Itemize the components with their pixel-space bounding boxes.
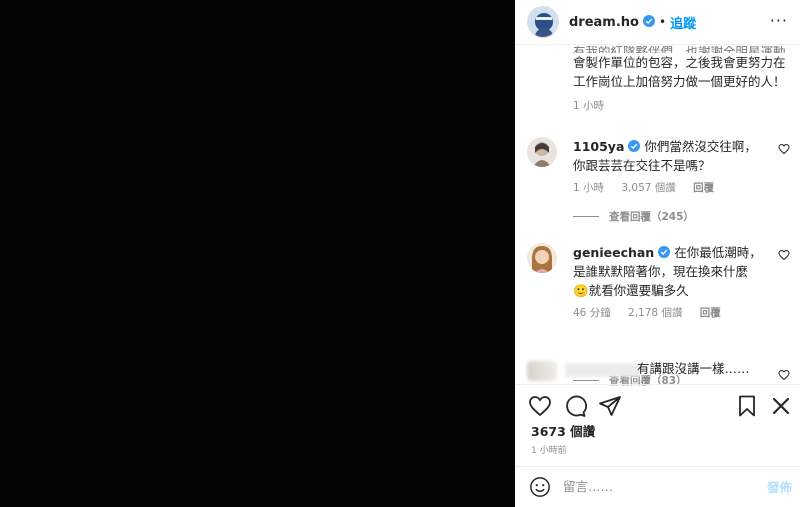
more-options-icon[interactable]: ··· — [770, 11, 788, 30]
caption-line: 會製作單位的包容，之後我會更努力在 — [573, 55, 786, 70]
caption-faded-line: 有我的紅隊夥伴們，也謝謝全明星運動 — [573, 46, 788, 53]
post-media[interactable] — [0, 0, 515, 507]
view-replies-button[interactable]: 查看回覆（245） — [573, 209, 694, 224]
close-icon[interactable] — [769, 394, 793, 418]
comment-text-tail: 就看你還要騙多久 — [588, 283, 689, 298]
comment-time[interactable]: 1 小時 — [573, 182, 604, 194]
blurred-avatar — [527, 361, 557, 381]
comments-list[interactable]: 有我的紅隊夥伴們，也謝謝全明星運動 會製作單位的包容，之後我會更努力在 工作崗位… — [515, 44, 800, 389]
separator-dot: • — [658, 15, 667, 29]
view-replies-label[interactable]: 查看回覆（245） — [609, 209, 694, 224]
reply-button[interactable]: 回覆 — [700, 307, 721, 319]
comment-icon[interactable] — [563, 394, 587, 418]
avatar[interactable] — [527, 6, 559, 38]
replies-line — [573, 380, 599, 381]
avatar[interactable] — [527, 243, 557, 273]
caption-line: 工作崗位上加倍努力做一個更好的人！ — [573, 74, 786, 89]
comment-input[interactable] — [563, 479, 743, 494]
comment-time[interactable]: 46 分鐘 — [573, 307, 611, 319]
comment-username[interactable]: genieechan — [573, 245, 671, 260]
comment-text: 有講跟沒講一樣…… — [637, 361, 750, 376]
comment-username-text[interactable]: genieechan — [573, 245, 654, 260]
avatar[interactable] — [527, 137, 557, 167]
verified-icon — [658, 246, 671, 258]
comment-body: 1105ya 你們當然沒交往啊，你跟芸芸在交往不是嗎？ 1 小時 3,057 個… — [573, 137, 763, 198]
post-username[interactable]: dream.ho — [569, 14, 655, 30]
comment-meta: 46 分鐘 2,178 個讚 回覆 — [573, 304, 763, 323]
share-icon[interactable] — [598, 394, 622, 418]
like-comment-icon[interactable] — [778, 143, 790, 155]
post-time[interactable]: 1 小時前 — [531, 443, 567, 456]
smile-emoji-icon: 🙂 — [573, 283, 589, 298]
actions-divider — [515, 384, 800, 385]
likes-count[interactable]: 3673 個讚 — [531, 421, 595, 440]
action-bar — [515, 390, 800, 424]
post-button[interactable]: 發佈 — [767, 477, 792, 496]
caption-time[interactable]: 1 小時 — [573, 100, 604, 112]
replies-line — [573, 216, 599, 217]
comment-meta: 1 小時 3,057 個讚 回覆 — [573, 179, 763, 198]
follow-button[interactable]: 追蹤 — [670, 13, 696, 32]
comment-username-text[interactable]: 1105ya — [573, 139, 624, 154]
verified-icon — [628, 140, 641, 152]
comment-likes[interactable]: 2,178 個讚 — [628, 307, 682, 319]
comment-composer: 發佈 — [515, 466, 800, 507]
comment-username[interactable]: 1105ya — [573, 139, 641, 154]
post-caption: 有我的紅隊夥伴們，也謝謝全明星運動 會製作單位的包容，之後我會更努力在 工作崗位… — [573, 46, 788, 116]
reply-button[interactable]: 回覆 — [693, 182, 714, 194]
caption-meta: 1 小時 — [573, 97, 788, 116]
bookmark-icon[interactable] — [735, 394, 759, 418]
verified-icon — [642, 14, 655, 27]
username-text[interactable]: dream.ho — [569, 15, 639, 30]
post-panel: dream.ho • 追蹤 ··· 有我的紅隊夥伴們，也謝謝全明星運動 會製作單… — [515, 0, 800, 507]
like-comment-icon[interactable] — [778, 249, 790, 261]
heart-icon[interactable] — [528, 394, 552, 418]
blurred-username — [565, 363, 641, 377]
comment-body: genieechan 在你最低潮時，是誰默默陪著你，現在換來什麼🙂就看你還要騙多… — [573, 243, 763, 323]
like-comment-icon[interactable] — [778, 369, 790, 381]
emoji-icon[interactable] — [529, 476, 551, 498]
comment-body: 有講跟沒講一樣…… — [637, 359, 777, 378]
post-header: dream.ho • 追蹤 ··· — [515, 0, 800, 44]
comment-likes[interactable]: 3,057 個讚 — [621, 182, 675, 194]
